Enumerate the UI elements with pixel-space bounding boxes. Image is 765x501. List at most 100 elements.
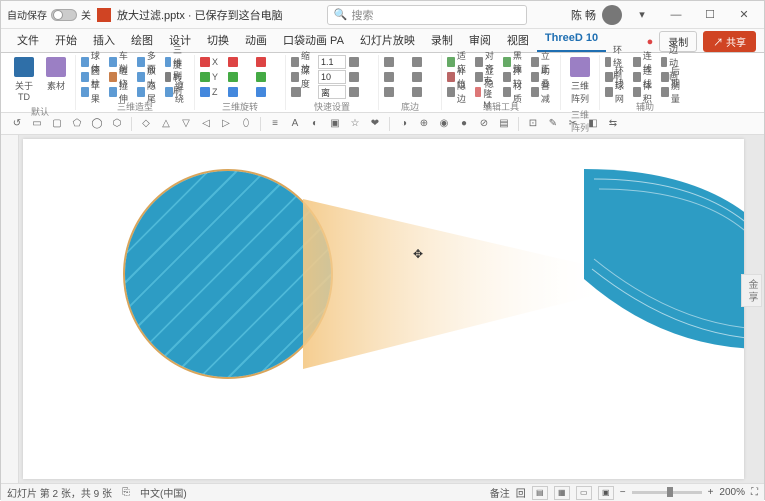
qat-btn-8[interactable]: ▽ — [178, 116, 194, 132]
fit-window-button[interactable]: ⛶ — [751, 487, 758, 498]
fan-shape[interactable] — [564, 169, 744, 369]
ribbon-options-icon[interactable]: ▾ — [628, 4, 656, 26]
qat-btn-20[interactable]: ◉ — [436, 116, 452, 132]
side-panel-tab[interactable]: 金 享 — [741, 274, 762, 307]
ribbon-btn-5-2-2[interactable]: 材质 — [502, 85, 528, 99]
qat-btn-12[interactable]: ≡ — [267, 116, 283, 132]
qat-btn-18[interactable]: ◑ — [396, 116, 412, 132]
ribbon-btn-5-2-0[interactable]: 隐边 — [446, 85, 472, 99]
avatar[interactable] — [602, 5, 622, 25]
qat-btn-5[interactable]: ⬡ — [109, 116, 125, 132]
tab-8[interactable]: 幻灯片放映 — [352, 28, 423, 52]
spinner-3-0-1[interactable]: 1.1 — [318, 55, 346, 69]
zoom-level[interactable]: 200% — [719, 487, 745, 498]
magnify-lens[interactable] — [123, 169, 333, 379]
maximize-button[interactable]: ☐ — [696, 4, 724, 26]
ribbon-btn-3-1-2[interactable] — [348, 70, 374, 84]
ribbon-btn-2-2-0[interactable]: Z — [199, 85, 225, 99]
qat-btn-13[interactable]: A — [287, 116, 303, 132]
ribbon-btn-2-1-0[interactable]: Y — [199, 70, 225, 84]
qat-btn-22[interactable]: ⊘ — [476, 116, 492, 132]
qat-btn-27[interactable]: ◧ — [585, 116, 601, 132]
autosave-toggle[interactable]: 自动保存 关 — [7, 7, 91, 22]
qat-btn-16[interactable]: ☆ — [347, 116, 363, 132]
ribbon-btn-2-1-2[interactable] — [255, 70, 281, 84]
ribbon-icon — [81, 57, 89, 67]
ribbon-btn-2-2-1[interactable] — [227, 85, 253, 99]
normal-view-icon[interactable]: ▤ — [532, 486, 548, 500]
qat-btn-10[interactable]: ▷ — [218, 116, 234, 132]
tab-0[interactable]: 文件 — [9, 28, 47, 52]
qat-btn-21[interactable]: ● — [456, 116, 472, 132]
qat-btn-24[interactable]: ⊡ — [525, 116, 541, 132]
sorter-view-icon[interactable]: ▦ — [554, 486, 570, 500]
slideshow-view-icon[interactable]: ▣ — [598, 486, 614, 500]
minimize-button[interactable]: — — [662, 4, 690, 26]
qat-btn-17[interactable]: ❤ — [367, 116, 383, 132]
tab-9[interactable]: 录制 — [423, 28, 461, 52]
ribbon-btn-1-2-0[interactable]: 苹果 — [80, 85, 106, 99]
ribbon-btn-2-2-2[interactable] — [255, 85, 281, 99]
ribbon-btn-7-2-0[interactable]: 球网 — [604, 85, 630, 99]
ribbon-icon — [200, 57, 210, 67]
language[interactable]: 中文(中国) — [140, 485, 187, 500]
zoom-in-button[interactable]: + — [708, 487, 714, 498]
slide-canvas[interactable]: ✥ — [23, 139, 744, 479]
ribbon-btn-4-2-0[interactable] — [383, 85, 409, 99]
ribbon-btn-2-0-1[interactable] — [227, 55, 253, 69]
ribbon-btn-1-2-2[interactable]: 隐尾 — [136, 85, 162, 99]
ribbon-btn-2-0-0[interactable]: X — [199, 55, 225, 69]
qat-btn-15[interactable]: ▣ — [327, 116, 343, 132]
ribbon-btn-3-2-0[interactable] — [290, 85, 316, 99]
qat-btn-14[interactable]: ◐ — [307, 116, 323, 132]
qat-btn-23[interactable]: ▤ — [496, 116, 512, 132]
notes-button[interactable]: 备注 — [490, 485, 510, 500]
ribbon-btn-7-2-2[interactable]: 测量 — [660, 85, 686, 99]
ribbon-big-0-0[interactable]: 关于 TD — [9, 55, 39, 104]
ribbon-btn-5-2-1[interactable]: 克隆M — [474, 85, 500, 99]
close-button[interactable]: ✕ — [730, 4, 758, 26]
qat-btn-6[interactable]: ◇ — [138, 116, 154, 132]
ribbon-btn-4-0-1[interactable] — [411, 55, 437, 69]
share-button[interactable]: ↗ 共享 — [703, 31, 756, 52]
qat-btn-28[interactable]: ⇆ — [605, 116, 621, 132]
tab-5[interactable]: 切换 — [199, 28, 237, 52]
qat-btn-7[interactable]: △ — [158, 116, 174, 132]
group-label: 底边 — [383, 99, 437, 113]
qat-btn-26[interactable]: ✂ — [565, 116, 581, 132]
zoom-out-button[interactable]: − — [620, 487, 626, 498]
qat-btn-25[interactable]: ✎ — [545, 116, 561, 132]
ribbon-big-6-0[interactable]: 三维 阵列 — [565, 55, 595, 107]
ribbon-btn-3-2-2[interactable] — [348, 85, 374, 99]
qat-btn-19[interactable]: ⊕ — [416, 116, 432, 132]
zoom-slider[interactable] — [632, 491, 702, 494]
ribbon-btn-4-0-0[interactable] — [383, 55, 409, 69]
ribbon-big-0-1[interactable]: 素材 — [41, 55, 71, 104]
tab-1[interactable]: 开始 — [47, 28, 85, 52]
spinner-3-1-1[interactable]: 10 — [318, 70, 346, 84]
ribbon-btn-5-2-3[interactable]: 吾减 — [530, 85, 556, 99]
qat-btn-9[interactable]: ◁ — [198, 116, 214, 132]
ribbon-btn-4-1-1[interactable] — [411, 70, 437, 84]
ribbon-btn-3-0-2[interactable] — [348, 55, 374, 69]
ribbon-btn-1-2-1[interactable]: 拉伸 — [108, 85, 134, 99]
ribbon-btn-2-1-1[interactable] — [227, 70, 253, 84]
qat-btn-11[interactable]: ⬯ — [238, 116, 254, 132]
ribbon-btn-1-2-3[interactable]: 缠绕 — [164, 85, 190, 99]
qat-btn-2[interactable]: ▢ — [49, 116, 65, 132]
reading-view-icon[interactable]: ▭ — [576, 486, 592, 500]
ribbon-btn-4-1-0[interactable] — [383, 70, 409, 84]
qat-btn-4[interactable]: ◯ — [89, 116, 105, 132]
spinner-3-2-1[interactable]: 离 — [318, 85, 346, 99]
qat-btn-1[interactable]: ▭ — [29, 116, 45, 132]
toggle-icon[interactable] — [51, 9, 77, 21]
ribbon-btn-7-2-1[interactable]: 体积 — [632, 85, 658, 99]
ribbon-btn-3-1-0[interactable]: 深度 — [290, 70, 316, 84]
ribbon-btn-2-0-2[interactable] — [255, 55, 281, 69]
qat-btn-0[interactable]: ↺ — [9, 116, 25, 132]
qat-btn-3[interactable]: ⬠ — [69, 116, 85, 132]
tab-6[interactable]: 动画 — [237, 28, 275, 52]
display-settings[interactable]: 回 — [516, 485, 526, 500]
search-input[interactable]: 🔍 搜索 — [327, 5, 527, 25]
ribbon-btn-4-2-1[interactable] — [411, 85, 437, 99]
